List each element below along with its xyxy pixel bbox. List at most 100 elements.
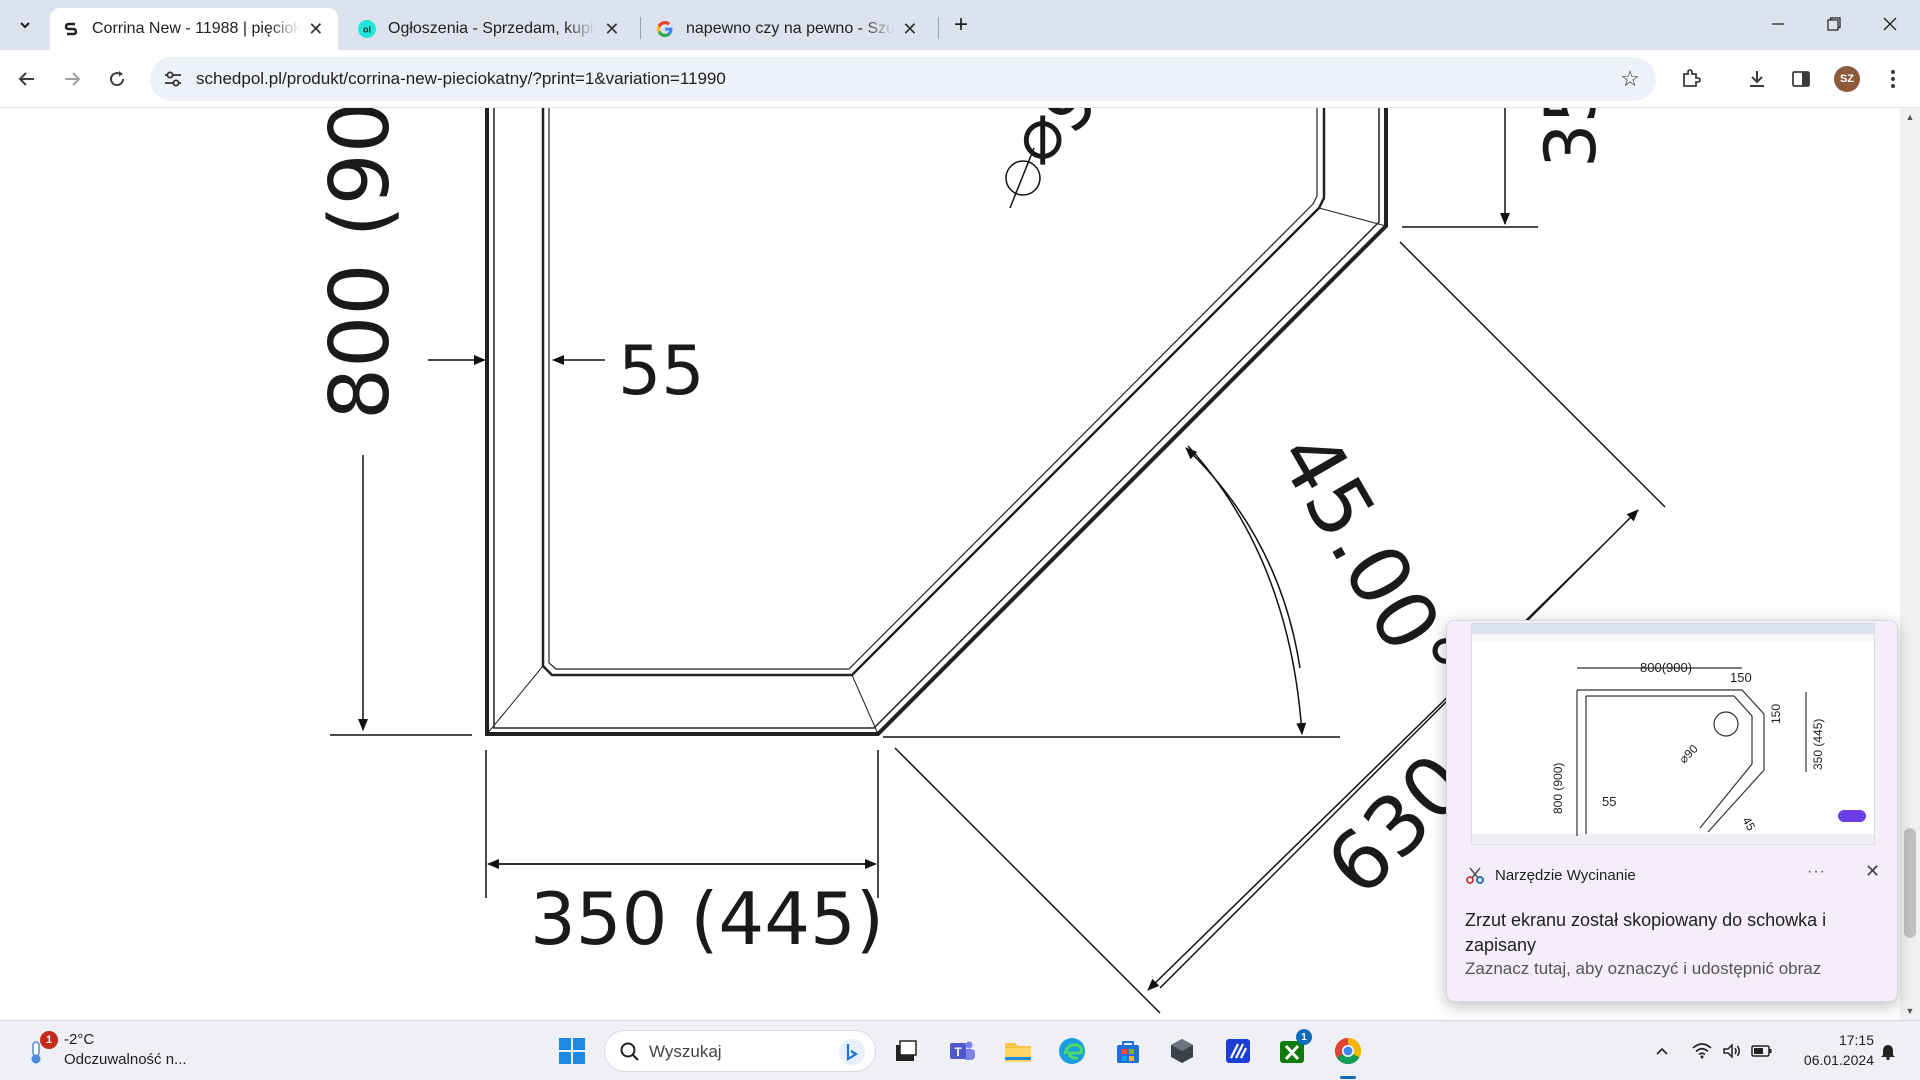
- extensions-button[interactable]: [1674, 62, 1708, 96]
- address-bar[interactable]: schedpol.pl/produkt/corrina-new-piecioka…: [150, 57, 1656, 101]
- snipping-tool-icon: [1466, 867, 1484, 884]
- teams-app[interactable]: T: [940, 1029, 984, 1073]
- side-panel-button[interactable]: [1784, 62, 1818, 96]
- search-placeholder: Wyszukaj: [649, 1042, 722, 1061]
- dim-drain-label: ⌀90: [993, 108, 1148, 180]
- thumb-dim-45: 45: [1739, 815, 1758, 834]
- thumb-dim-side: 350 (445): [1811, 719, 1825, 770]
- side-panel-icon: [1792, 71, 1810, 87]
- tab-strip: Corrina New - 11988 | pięciokąt ✕ ol Ogł…: [0, 0, 1920, 50]
- thumb-dim-150b: 150: [1769, 704, 1783, 724]
- taskbar-search[interactable]: Wyszukaj: [604, 1030, 876, 1072]
- scroll-down-arrow-icon[interactable]: ▼: [1900, 1002, 1920, 1020]
- windows-logo-icon: [559, 1038, 585, 1064]
- url-text: schedpol.pl/produkt/corrina-new-piecioka…: [196, 69, 726, 88]
- snipping-notification[interactable]: 800(900) 150 150 350 (445) 800 (900) 55 …: [1446, 620, 1898, 1002]
- cube-icon: [1171, 1039, 1193, 1063]
- restore-button[interactable]: [1806, 0, 1862, 48]
- site-info-icon[interactable]: [162, 68, 184, 90]
- edge-icon: [1059, 1038, 1085, 1064]
- scroll-up-arrow-icon[interactable]: ▲: [1900, 108, 1920, 126]
- dim-height-label: 800 (900): [313, 108, 408, 420]
- olx-favicon-icon: ol: [358, 20, 376, 38]
- chrome-icon: [1334, 1037, 1362, 1065]
- search-icon: [620, 1042, 639, 1061]
- download-icon: [1750, 71, 1764, 87]
- store-app[interactable]: [1106, 1029, 1150, 1073]
- chrome-app[interactable]: [1326, 1029, 1370, 1079]
- thumb-dim-55: 55: [1602, 794, 1616, 809]
- close-tab-icon[interactable]: ✕: [900, 18, 920, 40]
- xbox-badge: 1: [1296, 1029, 1312, 1045]
- tab-search-button[interactable]: [8, 8, 42, 42]
- browser-menu-button[interactable]: [1876, 62, 1910, 96]
- notifications-button[interactable]: [1876, 1033, 1900, 1069]
- start-button[interactable]: [550, 1029, 594, 1073]
- system-clock[interactable]: 17:15 06.01.2024: [1780, 1030, 1874, 1070]
- battery-button[interactable]: [1750, 1033, 1774, 1069]
- downloads-button[interactable]: [1740, 62, 1774, 96]
- weather-alert-badge: 1: [40, 1031, 58, 1049]
- minimize-button[interactable]: [1750, 0, 1806, 48]
- close-icon: [1883, 17, 1897, 31]
- chevron-up-icon: [1656, 1047, 1668, 1055]
- dim-right-label: 35: [1530, 108, 1612, 168]
- notification-more-button[interactable]: ···: [1807, 863, 1826, 881]
- chevron-down-icon: [20, 22, 30, 29]
- taskbar: 1 -2°C Odczuwalność n... Wyszukaj T 1 17…: [0, 1020, 1920, 1080]
- back-button[interactable]: [10, 62, 44, 96]
- task-view-button[interactable]: [884, 1029, 928, 1073]
- active-app-indicator: [1340, 1076, 1356, 1079]
- volume-button[interactable]: [1720, 1033, 1744, 1069]
- notification-close-icon[interactable]: ✕: [1865, 861, 1880, 882]
- forward-button[interactable]: [55, 62, 89, 96]
- thumb-dim-top: 800(900): [1640, 660, 1692, 675]
- screenshot-thumbnail[interactable]: 800(900) 150 150 350 (445) 800 (900) 55 …: [1471, 623, 1875, 845]
- wifi-button[interactable]: [1690, 1033, 1714, 1069]
- profile-avatar[interactable]: SZ: [1834, 66, 1860, 92]
- arrow-left-icon: [18, 72, 34, 86]
- notification-title: Zrzut ekranu został skopiowany do schowk…: [1465, 910, 1827, 955]
- tab-title: napewno czy na pewno - Szuka: [686, 20, 894, 37]
- tab-corrina[interactable]: Corrina New - 11988 | pięciokąt ✕: [50, 8, 338, 50]
- reload-button[interactable]: [100, 62, 134, 96]
- tab-google[interactable]: napewno czy na pewno - Szuka ✕: [644, 8, 932, 50]
- file-explorer-app[interactable]: [996, 1029, 1040, 1073]
- wifi-icon: [1692, 1043, 1712, 1059]
- notification-app-name: Narzędzie Wycinanie: [1495, 866, 1636, 884]
- minimize-icon: [1772, 23, 1784, 25]
- browser-toolbar: schedpol.pl/produkt/corrina-new-piecioka…: [0, 50, 1920, 108]
- close-tab-icon[interactable]: ✕: [306, 18, 327, 40]
- xbox-app[interactable]: 1: [1270, 1029, 1314, 1073]
- bookmark-star-icon[interactable]: ☆: [1620, 66, 1640, 92]
- edge-app[interactable]: [1050, 1029, 1094, 1073]
- arrow-right-icon: [65, 72, 81, 86]
- tab-separator: [938, 17, 939, 39]
- new-tab-button[interactable]: +: [947, 12, 975, 40]
- tab-olx[interactable]: ol Ogłoszenia - Sprzedam, kupię n ✕: [346, 8, 634, 50]
- clock-date: 06.01.2024: [1803, 1052, 1874, 1068]
- show-hidden-icons-button[interactable]: [1650, 1033, 1674, 1069]
- scrollbar-thumb[interactable]: [1904, 828, 1916, 938]
- svg-text:T: T: [954, 1045, 962, 1059]
- bing-icon[interactable]: [837, 1037, 867, 1067]
- teams-icon: T: [950, 1041, 975, 1060]
- weather-widget[interactable]: 1 -2°C Odczuwalność n...: [24, 1029, 204, 1073]
- thumb-dim-150a: 150: [1730, 670, 1752, 685]
- design-app[interactable]: [1216, 1029, 1260, 1073]
- thumb-dim-drain: ⌀90: [1676, 741, 1701, 766]
- reload-icon: [110, 71, 125, 87]
- close-tab-icon[interactable]: ✕: [602, 18, 622, 40]
- page-scrollbar[interactable]: ▲ ▼: [1900, 108, 1920, 1020]
- cube-app[interactable]: [1160, 1029, 1204, 1073]
- thumb-dim-left: 800 (900): [1551, 763, 1565, 814]
- close-window-button[interactable]: [1862, 0, 1918, 48]
- weather-description: Odczuwalność n...: [64, 1051, 187, 1068]
- kebab-menu-icon: [1891, 70, 1895, 88]
- store-icon: [1117, 1041, 1139, 1063]
- google-favicon-icon: [656, 20, 674, 38]
- task-view-icon: [896, 1040, 917, 1061]
- notification-app: Narzędzie Wycinanie: [1465, 865, 1636, 885]
- dim-bottom-label: 350 (445): [530, 877, 884, 961]
- tab-separator: [640, 17, 641, 39]
